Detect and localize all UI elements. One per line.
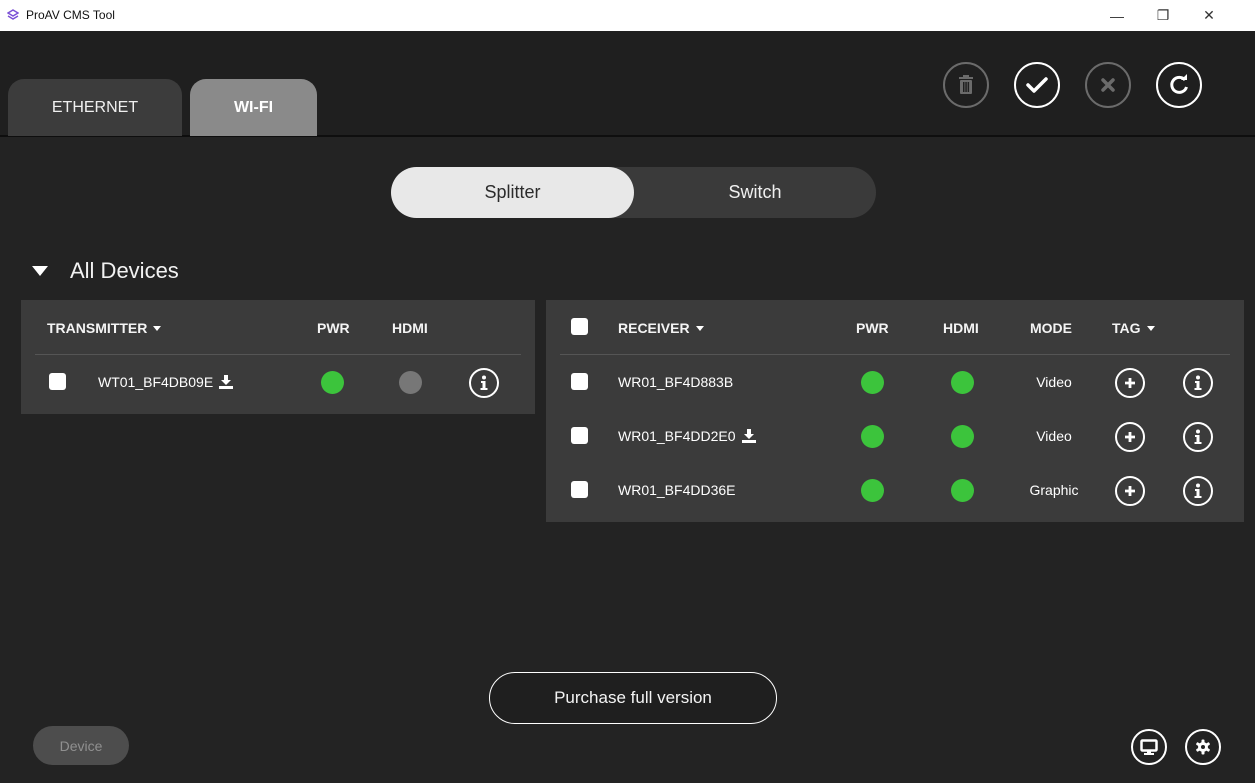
caret-down-icon bbox=[32, 266, 48, 276]
tag-caret-icon bbox=[1146, 325, 1155, 331]
device-info-button[interactable] bbox=[1183, 476, 1213, 506]
gear-icon bbox=[1196, 739, 1210, 755]
apply-button[interactable] bbox=[1014, 62, 1060, 108]
info-icon bbox=[1194, 483, 1202, 498]
device-button[interactable]: Device bbox=[33, 726, 129, 765]
tag-column-label: TAG bbox=[1112, 320, 1141, 336]
restore-button[interactable]: ❐ bbox=[1140, 0, 1186, 31]
receiver-mode-value: Video bbox=[1036, 374, 1072, 390]
hdmi-status-indicator bbox=[399, 371, 422, 394]
plus-icon bbox=[1125, 432, 1135, 442]
tag-filter-header[interactable]: TAG bbox=[1112, 320, 1155, 336]
pwr-status-indicator bbox=[321, 371, 344, 394]
info-icon bbox=[1194, 429, 1202, 444]
plus-icon bbox=[1125, 486, 1135, 496]
tab-wifi[interactable]: WI-FI bbox=[190, 79, 317, 136]
receiver-panel: RECEIVER PWR HDMI MODE TAG WR01_BF4D883B… bbox=[546, 300, 1244, 522]
mode-toggle: Splitter Switch bbox=[391, 167, 876, 218]
pwr-column-header: PWR bbox=[317, 320, 350, 336]
app-logo-icon bbox=[7, 9, 19, 20]
info-icon bbox=[1194, 375, 1202, 390]
delete-button[interactable] bbox=[943, 62, 989, 108]
hdmi-status-indicator bbox=[951, 479, 974, 502]
check-icon bbox=[1026, 77, 1048, 93]
transmitter-column-label: TRANSMITTER bbox=[47, 320, 148, 336]
receiver-select-all-checkbox[interactable] bbox=[571, 318, 588, 335]
device-name-label: WT01_BF4DB09E bbox=[98, 374, 214, 390]
window-titlebar: ProAV CMS Tool — ❐ ✕ bbox=[0, 0, 1255, 31]
settings-button[interactable] bbox=[1185, 729, 1221, 765]
pwr-status-indicator bbox=[861, 371, 884, 394]
hdmi-status-indicator bbox=[951, 425, 974, 448]
display-button[interactable] bbox=[1131, 729, 1167, 765]
all-devices-toggle[interactable]: All Devices bbox=[32, 256, 179, 286]
header-divider bbox=[560, 354, 1230, 355]
refresh-button[interactable] bbox=[1156, 62, 1202, 108]
receiver-row-checkbox[interactable] bbox=[571, 373, 588, 390]
minimize-button[interactable]: — bbox=[1094, 0, 1140, 31]
device-name-label: WR01_BF4DD2E0 bbox=[618, 428, 736, 444]
plus-icon bbox=[1125, 378, 1135, 388]
device-info-button[interactable] bbox=[1183, 422, 1213, 452]
hdmi-status-indicator bbox=[951, 371, 974, 394]
receiver-mode-value: Graphic bbox=[1029, 482, 1079, 498]
device-info-button[interactable] bbox=[1183, 368, 1213, 398]
pwr-column-header: PWR bbox=[856, 320, 889, 336]
section-title: All Devices bbox=[70, 258, 179, 283]
sort-caret-icon bbox=[695, 325, 704, 331]
toggle-switch[interactable]: Switch bbox=[634, 167, 876, 218]
mode-column-header: MODE bbox=[1030, 320, 1072, 336]
download-icon bbox=[741, 429, 756, 443]
tab-ethernet[interactable]: ETHERNET bbox=[8, 79, 182, 136]
trash-icon bbox=[959, 75, 973, 94]
device-info-button[interactable] bbox=[469, 368, 499, 398]
close-button[interactable]: ✕ bbox=[1186, 0, 1232, 31]
add-tag-button[interactable] bbox=[1115, 476, 1145, 506]
purchase-full-version-button[interactable]: Purchase full version bbox=[489, 672, 777, 724]
download-icon bbox=[219, 375, 234, 389]
receiver-device-name: WR01_BF4D883B bbox=[618, 372, 733, 392]
x-icon bbox=[1101, 78, 1115, 92]
cancel-button[interactable] bbox=[1085, 62, 1131, 108]
monitor-icon bbox=[1140, 739, 1158, 755]
window-title: ProAV CMS Tool bbox=[26, 8, 115, 22]
toggle-splitter[interactable]: Splitter bbox=[391, 167, 634, 218]
receiver-row-checkbox[interactable] bbox=[571, 481, 588, 498]
receiver-mode-value: Video bbox=[1036, 428, 1072, 444]
transmitter-panel: TRANSMITTER PWR HDMI WT01_BF4DB09E bbox=[21, 300, 535, 414]
receiver-sort-header[interactable]: RECEIVER bbox=[618, 320, 704, 336]
transmitter-device-name: WT01_BF4DB09E bbox=[98, 372, 234, 392]
receiver-device-name: WR01_BF4DD2E0 bbox=[618, 426, 756, 446]
sort-caret-icon bbox=[153, 325, 162, 331]
pwr-status-indicator bbox=[861, 425, 884, 448]
transmitter-sort-header[interactable]: TRANSMITTER bbox=[47, 320, 162, 336]
device-name-label: WR01_BF4D883B bbox=[618, 374, 734, 390]
pwr-status-indicator bbox=[861, 479, 884, 502]
add-tag-button[interactable] bbox=[1115, 422, 1145, 452]
info-icon bbox=[480, 375, 488, 390]
receiver-column-label: RECEIVER bbox=[618, 320, 690, 336]
header-divider bbox=[35, 354, 521, 355]
add-tag-button[interactable] bbox=[1115, 368, 1145, 398]
receiver-row-checkbox[interactable] bbox=[571, 427, 588, 444]
hdmi-column-header: HDMI bbox=[392, 320, 428, 336]
app-header: ETHERNET WI-FI bbox=[0, 31, 1255, 137]
transmitter-row-checkbox[interactable] bbox=[49, 373, 66, 390]
hdmi-column-header: HDMI bbox=[943, 320, 979, 336]
refresh-icon bbox=[1170, 74, 1188, 94]
receiver-device-name: WR01_BF4DD36E bbox=[618, 480, 736, 500]
device-name-label: WR01_BF4DD36E bbox=[618, 482, 736, 498]
